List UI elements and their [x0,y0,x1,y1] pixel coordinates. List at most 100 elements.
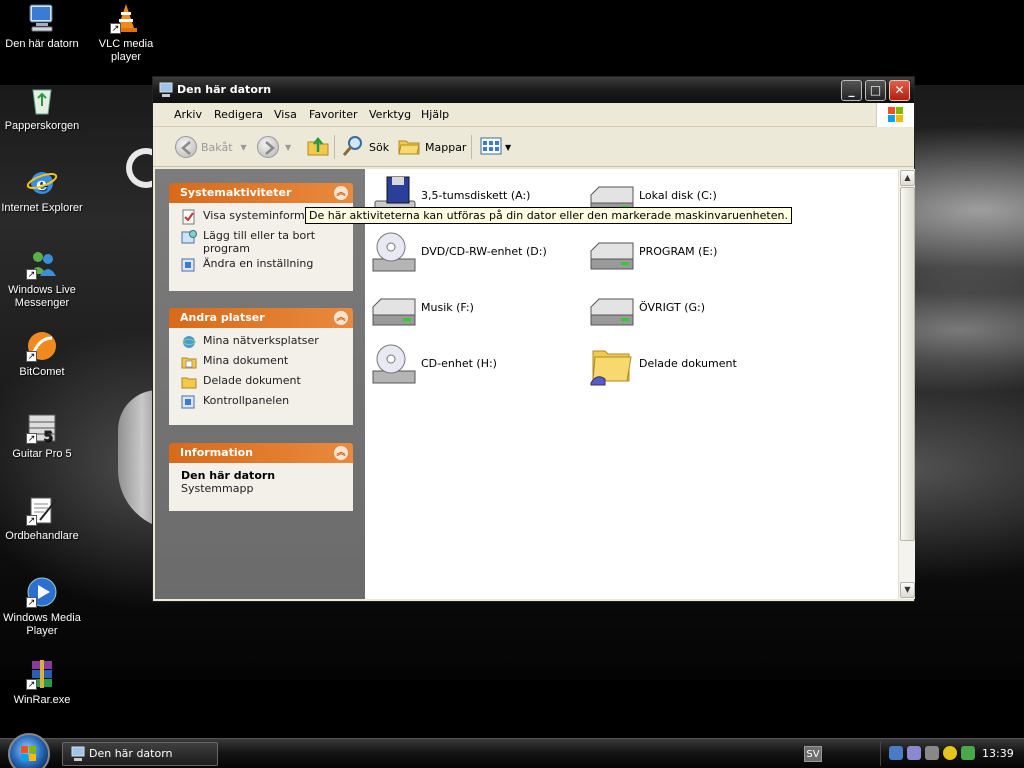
collapse-icon[interactable]: ︽ [334,186,348,200]
system-info-icon [181,209,197,225]
shortcut-arrow-icon: ↗ [26,679,37,690]
network-icon[interactable] [889,746,903,760]
bitcomet-icon: ↗ [26,330,58,362]
views-button[interactable]: ▼ [479,135,511,159]
info-name: Den här datorn [181,469,276,482]
recycle-bin-icon [26,84,58,116]
drive-musik-f[interactable]: Musik (F:) [369,285,579,333]
task-change-setting[interactable]: Ändra en inställning [181,257,345,275]
menu-bar: Arkiv Redigera Visa Favoriter Verktyg Hj… [153,103,914,127]
minimize-button[interactable]: _ [841,80,862,101]
information-body: Den här datorn Systemmapp [169,463,353,511]
scroll-thumb[interactable] [900,187,915,541]
desktop-icon-vlc[interactable]: ↗ VLC media player [85,2,167,64]
chevron-down-icon: ▼ [285,142,292,152]
scroll-up-button[interactable]: ▲ [900,170,915,186]
task-pane: Systemaktiviteter ︽ Visa systeminformati… [155,169,365,599]
up-folder-button[interactable] [306,135,330,159]
search-icon [341,134,365,161]
cd-drive-icon [369,343,417,387]
desktop-icon-bitcomet[interactable]: ↗ BitComet [1,330,83,379]
forward-button[interactable]: ▼ [257,135,291,159]
other-places-body: Mina nätverksplatser Mina dokument Delad… [169,328,353,425]
shared-folder-icon [181,374,197,390]
desktop-icon-guitar-pro[interactable]: 5 ↗ Guitar Pro 5 [1,412,83,461]
language-indicator[interactable]: SV [804,746,822,762]
panel-header-other-places[interactable]: Andra platser ︽ [169,308,353,328]
menu-favoriter[interactable]: Favoriter [309,108,357,121]
messenger-status-icon[interactable] [943,746,957,760]
place-shared-documents[interactable]: Delade dokument [181,374,345,392]
hard-drive-icon [587,287,635,331]
volume-icon[interactable] [925,746,939,760]
toolbar: Bakåt ▼ ▼ Sök Mappar ▼ [153,127,914,167]
panel-header-system-tasks[interactable]: Systemaktiviteter ︽ [169,183,353,203]
views-icon [479,134,503,161]
panel-header-information[interactable]: Information ︽ [169,443,353,463]
shortcut-arrow-icon: ↗ [26,515,37,526]
other-places-panel: Andra platser ︽ Mina nätverksplatser Min… [169,308,353,425]
window-titlebar[interactable]: Den här datorn _ □ ✕ [153,77,914,103]
computer-icon [71,746,85,762]
shortcut-arrow-icon: ↗ [26,269,37,280]
network-disconnected-icon[interactable] [907,746,921,760]
system-tasks-panel: Systemaktiviteter ︽ Visa systeminformati… [169,183,353,291]
folders-icon [397,134,421,161]
place-my-documents[interactable]: Mina dokument [181,354,345,372]
computer-icon [26,2,58,34]
task-add-remove-programs[interactable]: Lägg till eller ta bort program [181,229,345,255]
desktop-icon-word-processor[interactable]: ↗ Ordbehandlare [1,494,83,543]
info-type: Systemmapp [181,482,254,495]
desktop-icon-messenger[interactable]: ↗ Windows Live Messenger [1,248,83,310]
winrar-icon: ↗ [26,658,58,690]
taskbar-item-my-computer[interactable]: Den här datorn [62,742,218,766]
place-network-places[interactable]: Mina nätverksplatser [181,334,345,352]
desktop-icon-my-computer[interactable]: Den här datorn [1,2,83,51]
menu-arkiv[interactable]: Arkiv [174,108,202,121]
menu-hjalp[interactable]: Hjälp [421,108,449,121]
collapse-icon[interactable]: ︽ [334,311,348,325]
clock[interactable]: 13:39 [982,747,1014,760]
vertical-scrollbar[interactable]: ▲ ▼ [898,169,915,599]
computer-icon [159,82,173,98]
desktop-icon-internet-explorer[interactable]: e Internet Explorer [1,166,83,215]
shared-folder-icon [587,343,635,387]
tray-app-icon[interactable] [961,746,975,760]
back-arrow-icon [175,136,197,158]
forward-arrow-icon [257,136,279,158]
close-button[interactable]: ✕ [889,80,910,101]
menu-visa[interactable]: Visa [274,108,297,121]
folder-up-icon [306,134,330,161]
drive-ovrigt-g[interactable]: ÖVRIGT (G:) [587,285,797,333]
collapse-icon[interactable]: ︽ [334,446,348,460]
cd-drive-icon [369,231,417,275]
menu-verktyg[interactable]: Verktyg [369,108,411,121]
folders-button[interactable]: Mappar [397,135,466,159]
drive-dvd-d[interactable]: DVD/CD-RW-enhet (D:) [369,229,579,277]
back-button[interactable]: Bakåt ▼ [175,135,247,159]
chevron-down-icon: ▼ [240,142,247,152]
menu-redigera[interactable]: Redigera [214,108,263,121]
vlc-icon: ↗ [110,2,142,34]
desktop-icon-winrar[interactable]: ↗ WinRar.exe [1,658,83,707]
svg-text:5: 5 [43,429,53,444]
drives-list[interactable]: 3,5-tumsdiskett (A:) Lokal disk (C:) DVD… [365,169,899,599]
maximize-button[interactable]: □ [865,80,886,101]
shortcut-arrow-icon: ↗ [26,351,37,362]
desktop-icon-media-player[interactable]: ↗ Windows Media Player [1,576,83,638]
drive-cd-h[interactable]: CD-enhet (H:) [369,341,579,389]
guitar-pro-icon: 5 ↗ [26,412,58,445]
start-button[interactable] [8,733,50,768]
shortcut-arrow-icon: ↗ [110,23,121,34]
drive-program-e[interactable]: PROGRAM (E:) [587,229,797,277]
explorer-window[interactable]: Den här datorn _ □ ✕ Arkiv Redigera Visa… [152,76,915,602]
toolbar-separator [334,135,335,159]
internet-explorer-icon: e [26,166,58,198]
desktop-icon-recycle-bin[interactable]: Papperskorgen [1,84,83,133]
information-panel: Information ︽ Den här datorn Systemmapp [169,443,353,511]
place-control-panel[interactable]: Kontrollpanelen [181,394,345,412]
taskbar: Den här datorn SV 13:39 [0,733,1024,768]
search-button[interactable]: Sök [341,135,389,159]
scroll-down-button[interactable]: ▼ [900,582,915,598]
folder-shared-documents[interactable]: Delade dokument [587,341,797,389]
